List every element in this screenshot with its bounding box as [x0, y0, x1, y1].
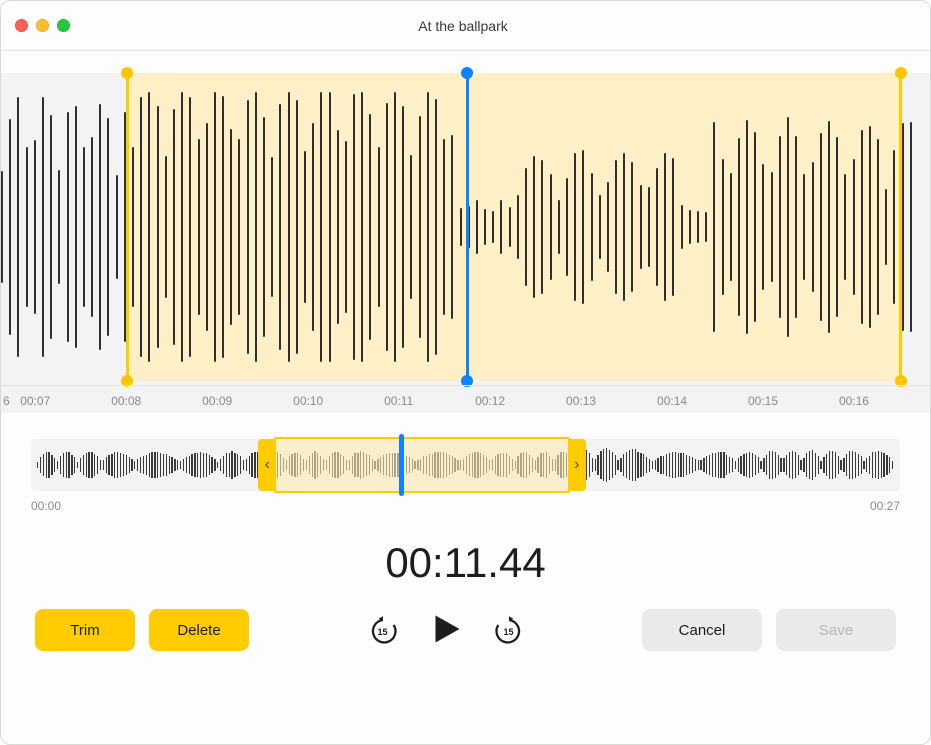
- transport-controls: 15 15: [368, 611, 524, 650]
- time-axis-tick: 00:07: [20, 385, 111, 413]
- skip-back-button[interactable]: 15: [368, 615, 398, 645]
- titlebar: At the ballpark: [1, 1, 930, 51]
- window-title: At the ballpark: [70, 18, 856, 34]
- zoom-icon[interactable]: [57, 19, 70, 32]
- toolbar: Trim Delete 15: [1, 587, 930, 651]
- time-axis-tick: 00:08: [111, 385, 202, 413]
- save-button[interactable]: Save: [776, 609, 896, 651]
- playhead[interactable]: [466, 73, 469, 381]
- trim-button[interactable]: Trim: [35, 609, 135, 651]
- time-axis-tick: 6: [1, 385, 20, 413]
- time-readout: 00:11.44: [1, 539, 930, 587]
- time-axis-tick: 00:13: [566, 385, 657, 413]
- cancel-button[interactable]: Cancel: [642, 609, 762, 651]
- time-axis-tick: 00:15: [748, 385, 839, 413]
- skip-forward-button[interactable]: 15: [494, 615, 524, 645]
- time-axis-tick: 00:14: [657, 385, 748, 413]
- overview-handle-end[interactable]: ›: [568, 439, 586, 491]
- time-axis-tick: 00:09: [202, 385, 293, 413]
- editor-window: At the ballpark 600:0700:0800:0900:1000:…: [0, 0, 931, 745]
- skip-forward-label: 15: [503, 627, 513, 637]
- time-axis-tick: 00:10: [293, 385, 384, 413]
- window-controls: [15, 19, 70, 32]
- play-icon: [428, 611, 464, 647]
- overview-track[interactable]: ‹ ›: [31, 439, 900, 491]
- waveform-overview: ‹ › 00:00 00:27: [31, 439, 900, 513]
- overview-time-labels: 00:00 00:27: [31, 499, 900, 513]
- minimize-icon[interactable]: [36, 19, 49, 32]
- time-axis-tick: 00:12: [475, 385, 566, 413]
- overview-selection[interactable]: ‹ ›: [274, 437, 569, 493]
- play-button[interactable]: [428, 611, 464, 650]
- editor-body: 600:0700:0800:0900:1000:1100:1200:1300:1…: [1, 51, 930, 744]
- waveform-main[interactable]: 600:0700:0800:0900:1000:1100:1200:1300:1…: [1, 73, 930, 413]
- delete-button[interactable]: Delete: [149, 609, 249, 651]
- close-icon[interactable]: [15, 19, 28, 32]
- time-axis-tick: 00:11: [384, 385, 475, 413]
- overview-playhead[interactable]: [399, 434, 404, 496]
- skip-back-label: 15: [377, 627, 387, 637]
- time-axis-tick: 00:16: [839, 385, 930, 413]
- overview-start-label: 00:00: [31, 499, 61, 513]
- overview-end-label: 00:27: [870, 499, 900, 513]
- overview-handle-start[interactable]: ‹: [258, 439, 276, 491]
- waveform-time-axis: 600:0700:0800:0900:1000:1100:1200:1300:1…: [1, 385, 930, 413]
